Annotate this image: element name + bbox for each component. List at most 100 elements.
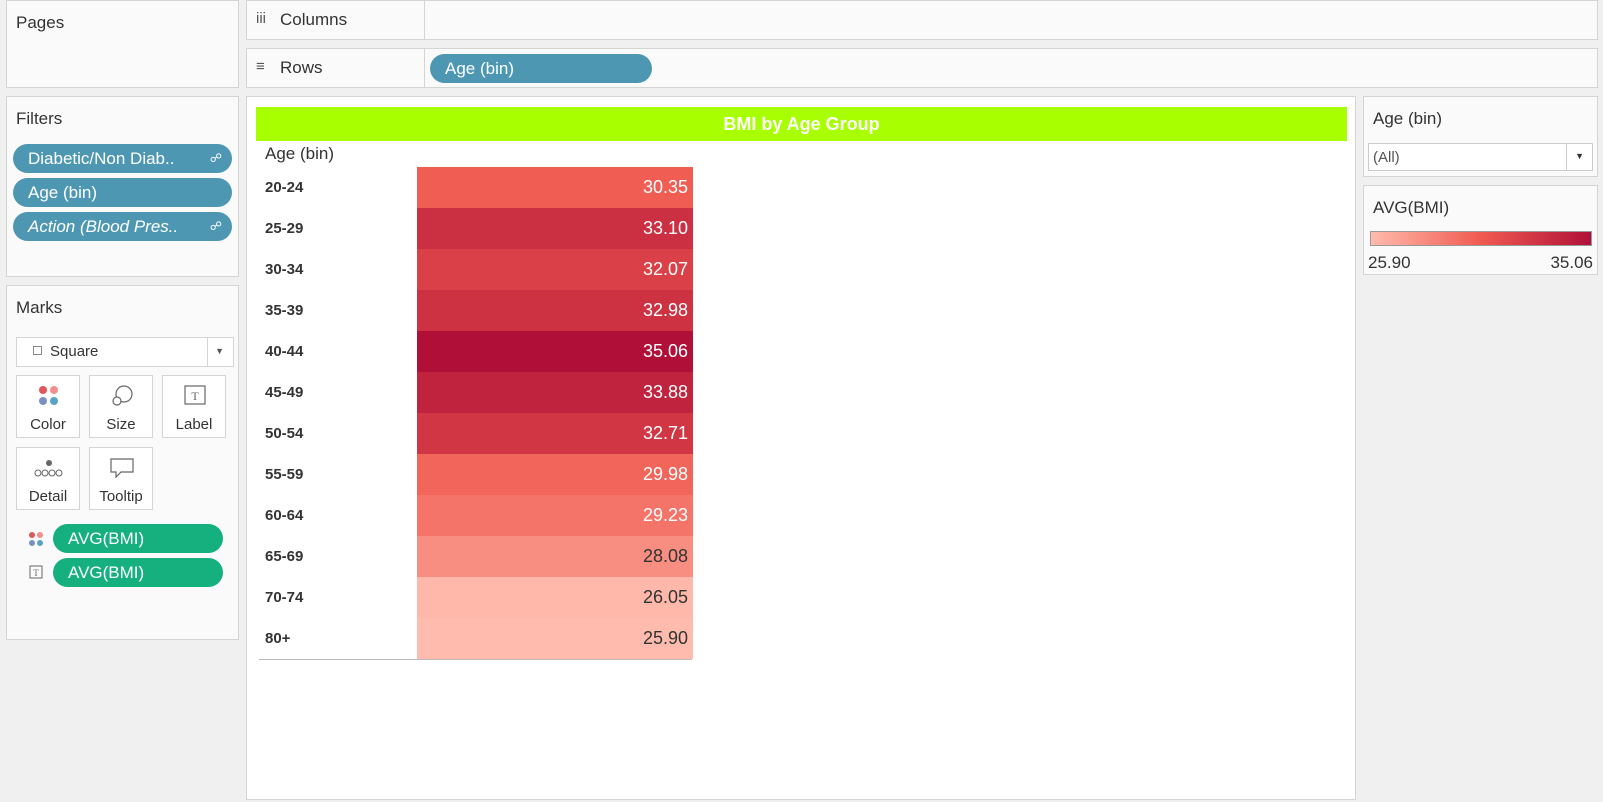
bmi-cell[interactable]: 26.05 bbox=[417, 577, 693, 618]
columns-shelf[interactable]: iii Columns bbox=[246, 0, 1598, 40]
table-row[interactable]: 80+ 25.90 bbox=[259, 618, 693, 659]
row-label: 35-39 bbox=[265, 302, 304, 319]
color-dots-icon bbox=[39, 386, 58, 405]
size-button-label: Size bbox=[106, 416, 136, 433]
label-button[interactable]: T Label bbox=[162, 375, 226, 438]
size-icon bbox=[112, 385, 133, 406]
square-icon bbox=[33, 346, 42, 355]
row-label: 80+ bbox=[265, 630, 291, 647]
age-bin-filter-value: (All) bbox=[1373, 149, 1400, 166]
rows-pill-age-bin[interactable]: Age (bin) bbox=[430, 54, 652, 83]
row-label: 25-29 bbox=[265, 220, 304, 237]
row-label: 40-44 bbox=[265, 343, 304, 360]
bmi-cell[interactable]: 32.98 bbox=[417, 290, 693, 331]
color-legend-min: 25.90 bbox=[1368, 253, 1411, 272]
table-row[interactable]: 70-74 26.05 bbox=[259, 577, 693, 618]
filters-title: Filters bbox=[16, 109, 63, 128]
marks-title: Marks bbox=[16, 298, 63, 317]
table-row[interactable]: 20-24 30.35 bbox=[259, 167, 693, 208]
tooltip-button[interactable]: Tooltip bbox=[89, 447, 153, 510]
filters-card: Filters Diabetic/Non Diab.. ☍ Age (bin) … bbox=[6, 96, 239, 277]
age-bin-filter-dropdown[interactable]: (All) ▼ bbox=[1368, 143, 1593, 171]
link-icon: ☍ bbox=[209, 219, 222, 233]
table-row[interactable]: 30-34 32.07 bbox=[259, 249, 693, 290]
bmi-cell[interactable]: 32.71 bbox=[417, 413, 693, 454]
detail-button-label: Detail bbox=[28, 488, 68, 505]
color-dots-icon bbox=[29, 532, 43, 546]
field-label: AVG(BMI) bbox=[68, 563, 145, 582]
mark-type-dropdown[interactable]: Square ▼ bbox=[16, 337, 234, 367]
row-label: 45-49 bbox=[265, 384, 304, 401]
bmi-cell[interactable]: 29.23 bbox=[417, 495, 693, 536]
detail-icon bbox=[34, 460, 63, 477]
marks-field-label-avg-bmi[interactable]: AVG(BMI) bbox=[53, 558, 223, 587]
rows-shelf-label: ≡ Rows bbox=[247, 49, 425, 87]
filter-pill-label: Diabetic/Non Diab.. bbox=[28, 149, 175, 168]
pages-card[interactable]: Pages bbox=[6, 0, 239, 88]
color-button-label: Color bbox=[30, 416, 66, 433]
table-row[interactable]: 55-59 29.98 bbox=[259, 454, 693, 495]
row-label: 55-59 bbox=[265, 466, 304, 483]
bmi-cell[interactable]: 33.88 bbox=[417, 372, 693, 413]
chevron-down-icon[interactable]: ▼ bbox=[1575, 151, 1584, 161]
table-row[interactable]: 35-39 32.98 bbox=[259, 290, 693, 331]
detail-button[interactable]: Detail bbox=[16, 447, 80, 510]
color-button[interactable]: Color bbox=[16, 375, 80, 438]
label-button-label: Label bbox=[175, 416, 213, 433]
row-label: 65-69 bbox=[265, 548, 304, 565]
color-legend-card: AVG(BMI) 25.90 35.06 bbox=[1363, 185, 1598, 275]
columns-shelf-label: iii Columns bbox=[247, 1, 425, 39]
filter-pill-diabetic[interactable]: Diabetic/Non Diab.. ☍ bbox=[13, 144, 232, 173]
row-header-age-bin: Age (bin) bbox=[265, 144, 334, 163]
table-row[interactable]: 45-49 33.88 bbox=[259, 372, 693, 413]
rows-icon: ≡ bbox=[256, 58, 265, 75]
viz-view[interactable]: BMI by Age Group Age (bin) 20-24 30.35 25-… bbox=[246, 96, 1356, 800]
label-icon: T bbox=[184, 385, 206, 405]
link-icon: ☍ bbox=[209, 151, 222, 165]
pages-title: Pages bbox=[16, 13, 65, 32]
color-legend-title: AVG(BMI) bbox=[1373, 198, 1450, 217]
filter-pill-action-blood-pressure[interactable]: Action (Blood Pres.. ☍ bbox=[13, 212, 232, 241]
filter-pill-label: Age (bin) bbox=[28, 183, 97, 202]
table-row[interactable]: 65-69 28.08 bbox=[259, 536, 693, 577]
viz-title: BMI by Age Group bbox=[256, 107, 1347, 141]
field-label: AVG(BMI) bbox=[68, 529, 145, 548]
table-row[interactable]: 50-54 32.71 bbox=[259, 413, 693, 454]
bmi-cell[interactable]: 25.90 bbox=[417, 618, 693, 659]
filter-pill-age-bin[interactable]: Age (bin) bbox=[13, 178, 232, 207]
row-label: 70-74 bbox=[265, 589, 304, 606]
bmi-cell[interactable]: 28.08 bbox=[417, 536, 693, 577]
svg-text:T: T bbox=[33, 568, 39, 578]
tooltip-icon bbox=[110, 458, 134, 479]
dropdown-divider bbox=[1566, 144, 1567, 170]
row-label: 20-24 bbox=[265, 179, 304, 196]
bmi-cell[interactable]: 32.07 bbox=[417, 249, 693, 290]
table-bottom-border bbox=[259, 659, 692, 660]
columns-icon: iii bbox=[256, 10, 266, 27]
tooltip-button-label: Tooltip bbox=[99, 488, 143, 505]
marks-field-color-avg-bmi[interactable]: AVG(BMI) bbox=[53, 524, 223, 553]
row-label: 30-34 bbox=[265, 261, 304, 278]
columns-label: Columns bbox=[280, 10, 348, 29]
bmi-cell[interactable]: 29.98 bbox=[417, 454, 693, 495]
filter-pill-label: Action (Blood Pres.. bbox=[28, 217, 179, 236]
dropdown-divider bbox=[207, 338, 208, 366]
bmi-cell[interactable]: 30.35 bbox=[417, 167, 693, 208]
table-row[interactable]: 60-64 29.23 bbox=[259, 495, 693, 536]
marks-card: Marks Square ▼ Color Size T Label Detail… bbox=[6, 285, 239, 640]
table-row[interactable]: 40-44 35.06 bbox=[259, 331, 693, 372]
rows-label: Rows bbox=[280, 58, 323, 77]
rows-shelf[interactable]: ≡ Rows Age (bin) bbox=[246, 48, 1598, 88]
table-row[interactable]: 25-29 33.10 bbox=[259, 208, 693, 249]
age-bin-filter-title: Age (bin) bbox=[1373, 109, 1442, 128]
bmi-cell[interactable]: 33.10 bbox=[417, 208, 693, 249]
color-legend-max: 35.06 bbox=[1550, 253, 1593, 272]
row-label: 50-54 bbox=[265, 425, 304, 442]
size-button[interactable]: Size bbox=[89, 375, 153, 438]
svg-text:T: T bbox=[191, 389, 199, 403]
bmi-cell[interactable]: 35.06 bbox=[417, 331, 693, 372]
chevron-down-icon[interactable]: ▼ bbox=[215, 346, 224, 356]
age-bin-filter-card: Age (bin) (All) ▼ bbox=[1363, 96, 1598, 177]
color-legend-gradient bbox=[1370, 231, 1592, 246]
row-label: 60-64 bbox=[265, 507, 304, 524]
